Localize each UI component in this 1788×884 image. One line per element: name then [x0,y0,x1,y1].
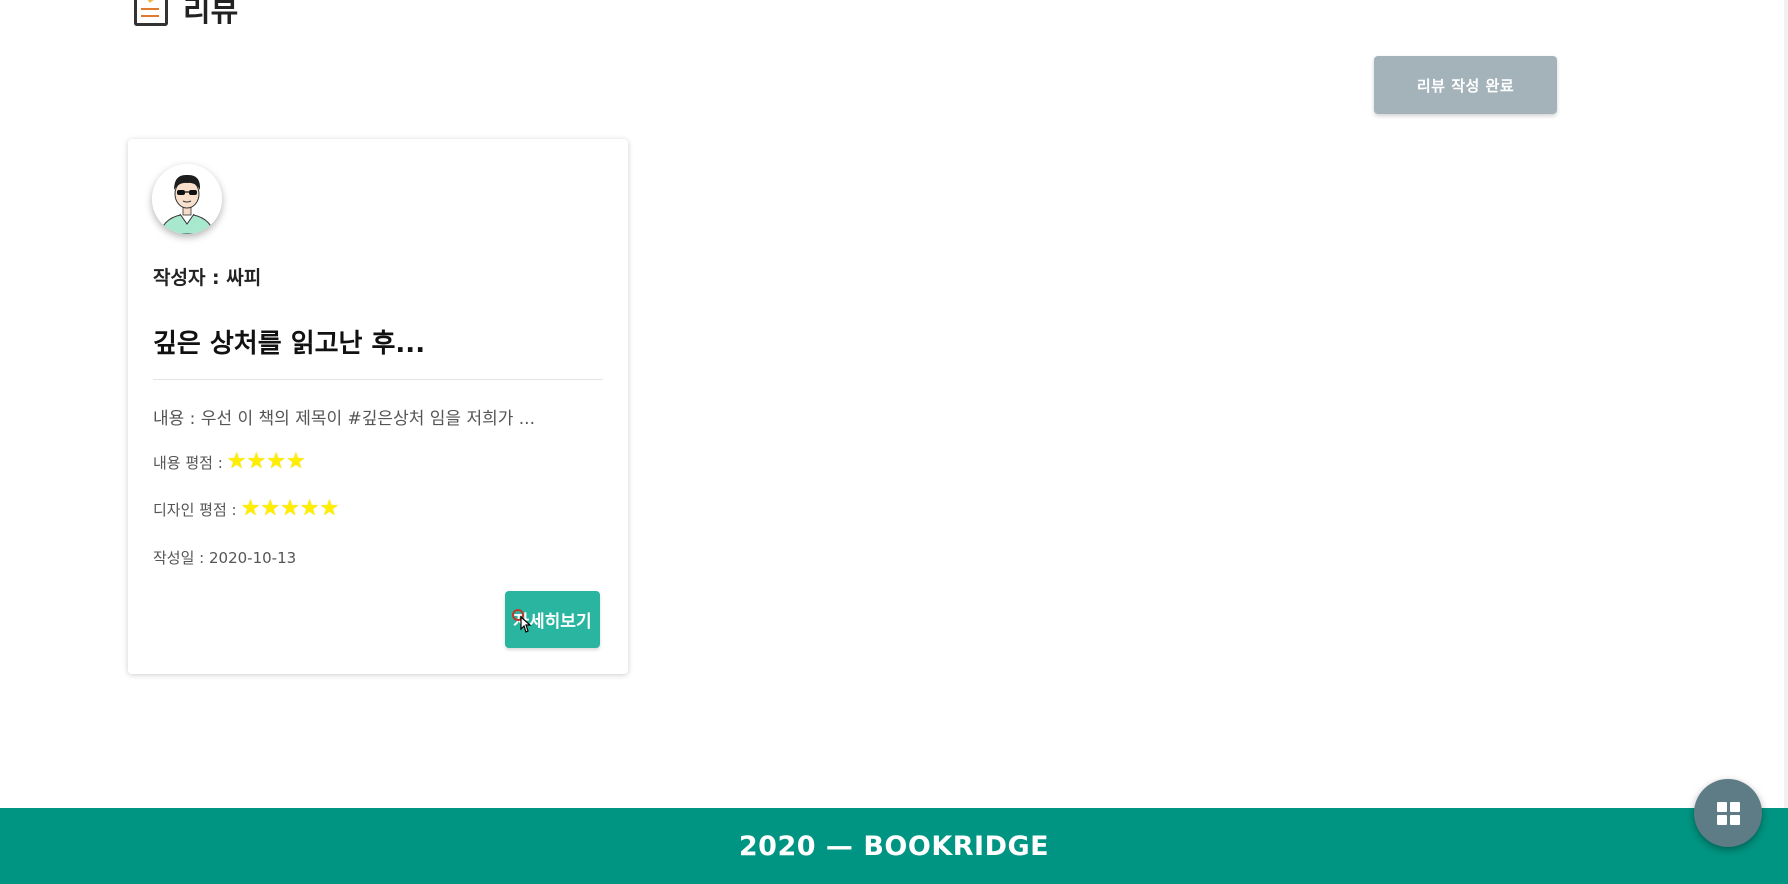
star-icon: ★ [299,496,320,521]
star-icon: ★ [240,496,261,521]
content-rating: 내용 평점 : ★ ★ ★ ★ [153,451,306,473]
star-icon: ★ [286,449,306,474]
review-title: 깊은 상처를 읽고난 후... [153,329,426,359]
design-rating-label: 디자인 평점 : [153,500,237,519]
apps-menu-button[interactable] [1694,779,1762,847]
review-complete-button[interactable]: 리뷰 작성 완료 [1374,56,1557,114]
star-icon: ★ [246,449,267,474]
review-date: 작성일 : 2020-10-13 [153,549,297,567]
memo-icon [131,0,171,26]
star-icon: ★ [266,449,286,474]
review-content: 내용 : 우선 이 책의 제목이 #깊은상처 임을 저희가 ... [153,409,535,429]
detail-button[interactable]: 자세히보기 [505,591,600,648]
divider [153,379,603,380]
page-title: 리뷰 [183,0,239,29]
star-icon: ★ [260,496,281,521]
section-header: 리뷰 [131,0,238,30]
star-icon: ★ [280,496,300,521]
review-card: 작성자 : 싸피 깊은 상처를 읽고난 후... 내용 : 우선 이 책의 제목… [128,139,628,674]
content-rating-label: 내용 평점 : [153,453,223,472]
footer: 2020 — BOOKRIDGE [0,808,1788,884]
review-author: 작성자 : 싸피 [153,267,262,289]
design-rating: 디자인 평점 : ★ ★ ★ ★ ★ [153,498,339,520]
apps-grid-icon [1716,801,1740,825]
star-icon: ★ [226,449,247,474]
star-icon: ★ [319,496,340,521]
design-rating-stars: ★ ★ ★ ★ ★ [241,498,340,520]
footer-text: 2020 — BOOKRIDGE [738,830,1050,862]
content-rating-stars: ★ ★ ★ ★ [227,451,306,473]
person-avatar-icon [152,164,222,234]
scrollbar[interactable] [1784,0,1788,808]
